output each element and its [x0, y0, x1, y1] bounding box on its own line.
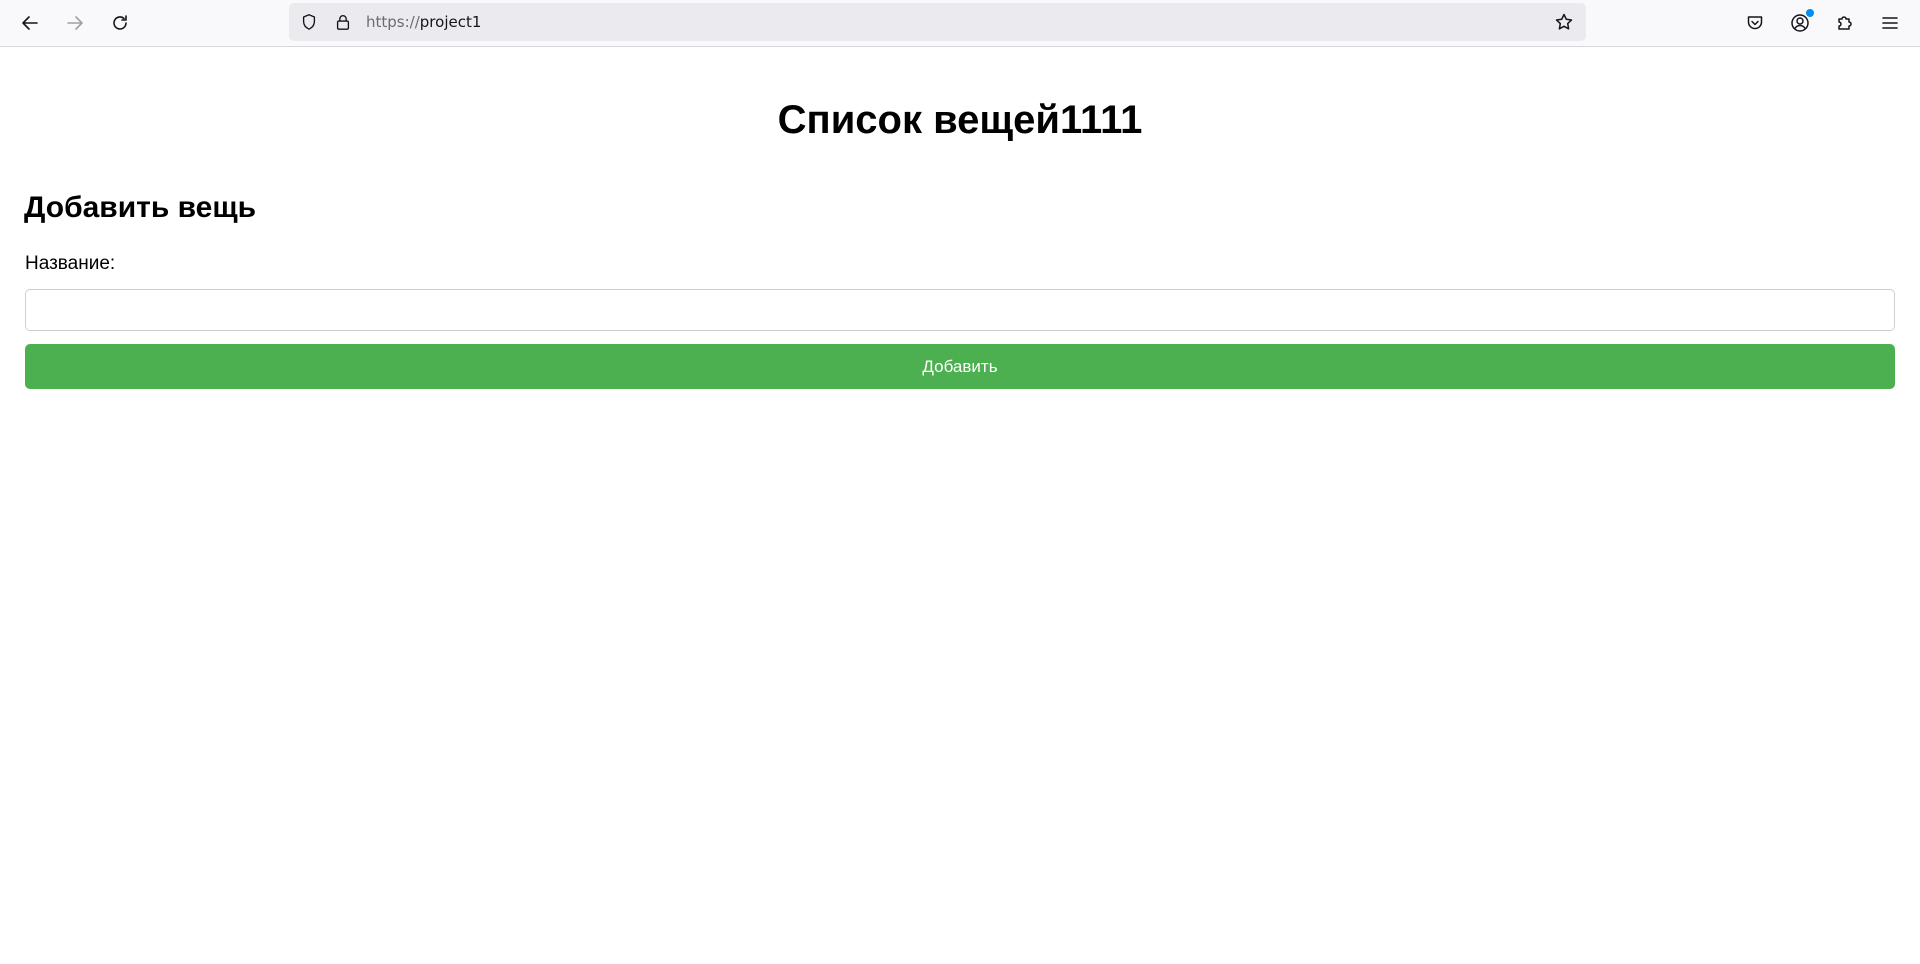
- lock-icon: [336, 15, 350, 30]
- browser-toolbar: https://project1: [0, 0, 1920, 47]
- arrow-left-icon: [22, 16, 38, 30]
- url-host: project1: [419, 13, 482, 31]
- notification-dot: [1806, 9, 1814, 17]
- url-scheme: https://: [366, 13, 420, 31]
- add-button[interactable]: Добавить: [25, 344, 1895, 389]
- extensions-button[interactable]: [1828, 6, 1862, 40]
- forward-button[interactable]: [58, 6, 92, 40]
- site-info-button[interactable]: [333, 12, 353, 32]
- name-input[interactable]: [25, 289, 1895, 331]
- puzzle-icon: [1838, 16, 1852, 30]
- reload-icon: [113, 15, 127, 30]
- account-button[interactable]: [1783, 6, 1817, 40]
- address-bar[interactable]: https://project1: [289, 3, 1586, 41]
- bookmark-button[interactable]: [1554, 12, 1574, 32]
- page-content: Список вещей1111 Добавить вещь Название:…: [0, 48, 1920, 964]
- arrow-right-icon: [67, 16, 83, 30]
- page-title: Список вещей1111: [777, 98, 1143, 142]
- back-button[interactable]: [13, 6, 47, 40]
- reload-button[interactable]: [103, 6, 137, 40]
- star-icon: [1555, 13, 1573, 30]
- hamburger-menu-icon: [1882, 17, 1898, 29]
- add-item-heading: Добавить вещь: [24, 191, 257, 224]
- pocket-button[interactable]: [1738, 6, 1772, 40]
- shield-icon: [302, 14, 316, 30]
- name-label: Название:: [25, 253, 116, 274]
- pocket-icon: [1747, 16, 1763, 30]
- menu-button[interactable]: [1873, 6, 1907, 40]
- url-text[interactable]: https://project1: [366, 13, 481, 31]
- tracking-protection-button[interactable]: [299, 12, 319, 32]
